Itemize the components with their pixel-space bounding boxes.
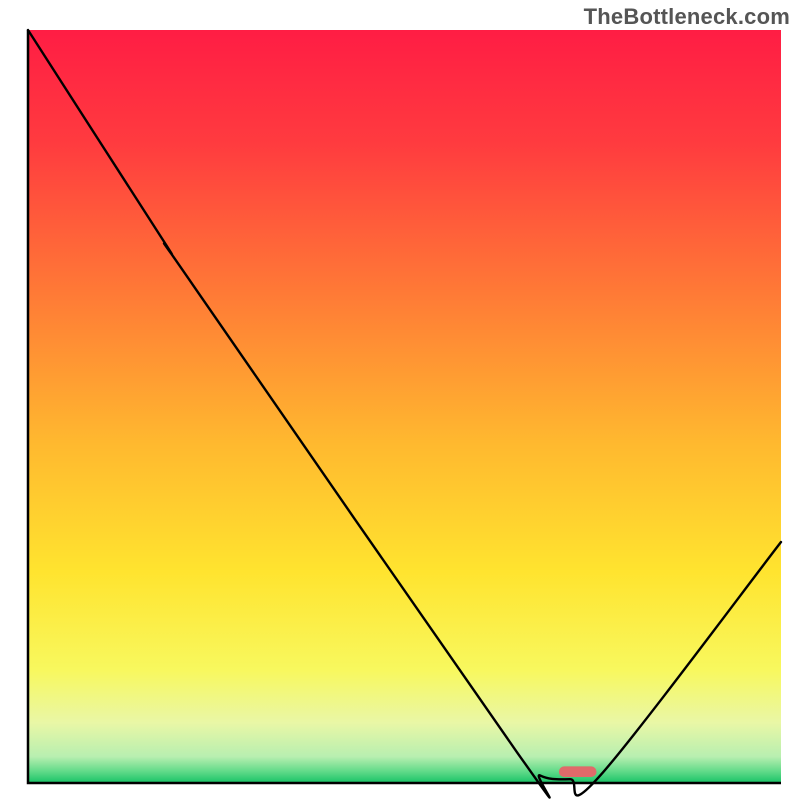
watermark: TheBottleneck.com: [584, 4, 790, 30]
optimal-marker: [559, 766, 597, 777]
bottleneck-chart: [0, 0, 800, 800]
chart-container: TheBottleneck.com: [0, 0, 800, 800]
gradient-background: [28, 30, 781, 783]
